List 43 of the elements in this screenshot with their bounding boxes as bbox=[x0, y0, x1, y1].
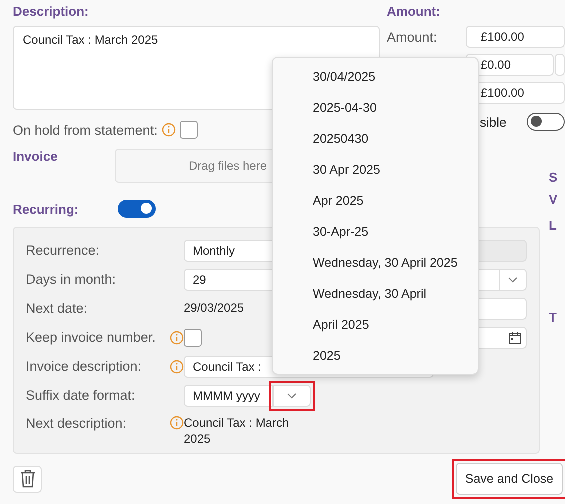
calendar-icon bbox=[508, 330, 522, 344]
field-label: Invoice description: bbox=[26, 359, 143, 374]
field-label: sible bbox=[480, 114, 508, 130]
visible-toggle[interactable] bbox=[527, 113, 565, 131]
section-heading: Invoice bbox=[13, 149, 59, 164]
field-value: Council Tax : March 2025 bbox=[184, 416, 290, 448]
chevron-down-icon bbox=[508, 276, 518, 282]
amount-field[interactable]: £100.00 bbox=[466, 26, 565, 48]
section-heading: L bbox=[549, 218, 558, 235]
field-label: Next date: bbox=[26, 301, 89, 316]
field-label: Next description: bbox=[26, 416, 128, 431]
field-label: Suffix date format: bbox=[26, 388, 136, 403]
info-icon[interactable] bbox=[170, 416, 184, 430]
info-icon[interactable] bbox=[162, 123, 176, 137]
section-heading: V bbox=[549, 192, 559, 209]
section-heading: Amount: bbox=[387, 4, 442, 20]
section-heading: Recurring: bbox=[13, 202, 80, 216]
field-label: On hold from statement: bbox=[13, 122, 158, 138]
menu-item[interactable]: Wednesday, 30 April 2025 bbox=[273, 247, 478, 278]
info-icon[interactable] bbox=[170, 330, 184, 344]
field-label: Days in month: bbox=[26, 272, 118, 287]
save-and-close-button[interactable]: Save and Close bbox=[456, 463, 563, 495]
keep-number-checkbox[interactable] bbox=[184, 328, 202, 346]
chevron-down-icon bbox=[287, 392, 297, 398]
input-field[interactable] bbox=[555, 54, 565, 76]
menu-item[interactable]: Apr 2025 bbox=[273, 185, 478, 216]
menu-item[interactable]: Wednesday, 30 April bbox=[273, 278, 478, 309]
date-format-field[interactable]: MMMM yyyy bbox=[184, 384, 273, 406]
field-label: Amount: bbox=[387, 30, 438, 44]
recurring-toggle[interactable] bbox=[118, 200, 156, 218]
menu-item[interactable]: April 2025 bbox=[273, 309, 478, 340]
on-hold-checkbox[interactable] bbox=[180, 121, 198, 139]
field-label: Keep invoice number. bbox=[26, 330, 157, 345]
delete-button[interactable] bbox=[13, 466, 42, 492]
menu-item[interactable]: 30-Apr-25 bbox=[273, 216, 478, 247]
section-heading: S bbox=[549, 170, 559, 187]
section-heading: Description: bbox=[13, 4, 90, 20]
trash-icon bbox=[18, 469, 36, 489]
field-value: 29/03/2025 bbox=[184, 300, 244, 316]
section-heading: T bbox=[549, 310, 558, 327]
info-icon[interactable] bbox=[170, 360, 184, 374]
field-label: Recurrence: bbox=[26, 243, 101, 258]
menu-item[interactable]: 2025 bbox=[273, 340, 478, 371]
